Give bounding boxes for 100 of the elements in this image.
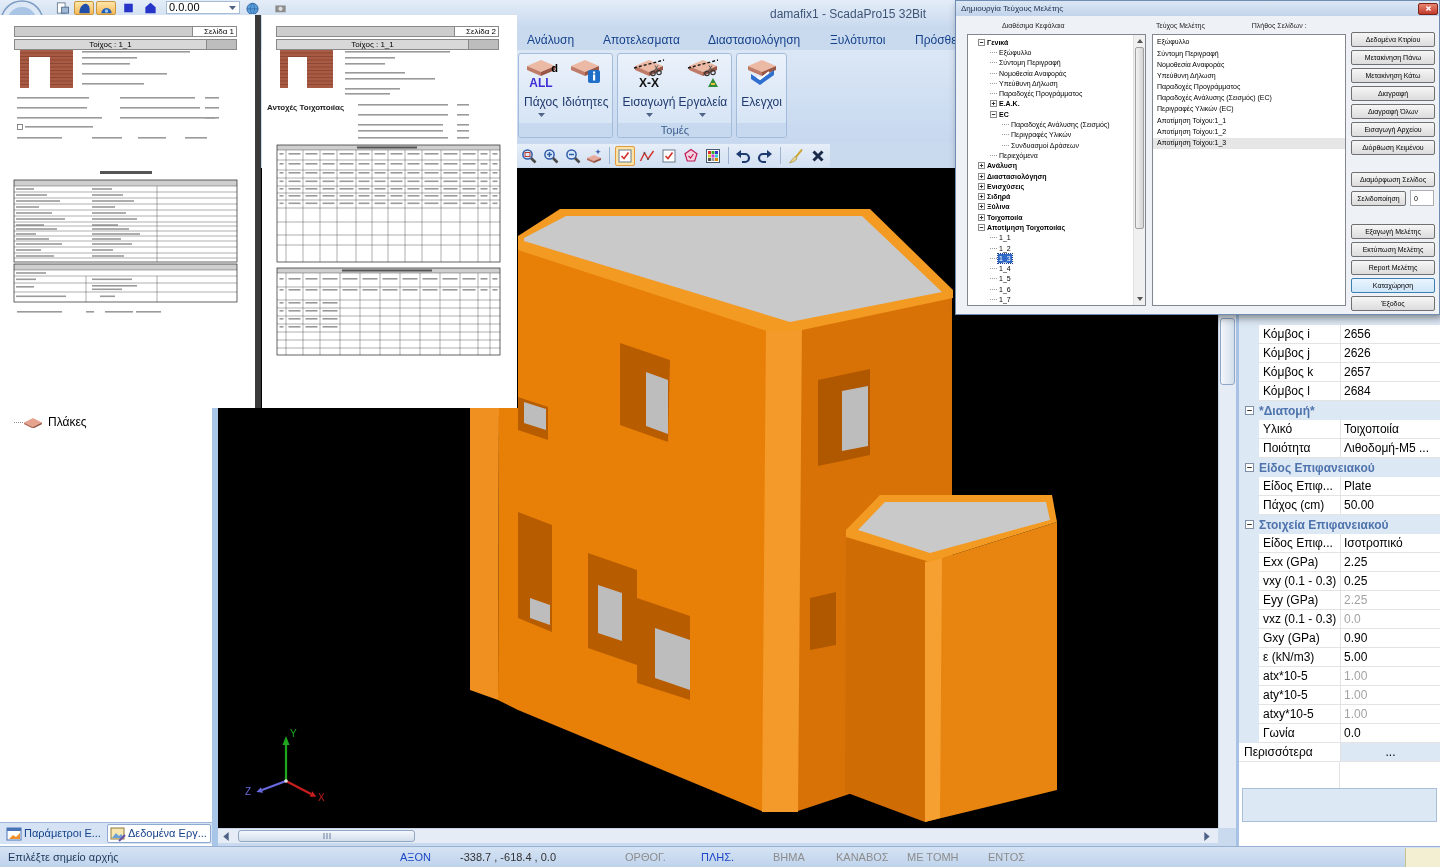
group-label-bar xyxy=(737,123,786,137)
window-title: damafix1 - ScadaPro15 32Bit xyxy=(770,6,927,23)
property-value[interactable]: 2656 xyxy=(1340,325,1440,344)
ribbon-button[interactable]: Ιδιότητες xyxy=(561,57,610,109)
collapse-icon[interactable] xyxy=(990,110,997,118)
expand-icon[interactable] xyxy=(978,172,985,180)
color-grid-icon xyxy=(704,147,721,164)
up-arrow-icon[interactable] xyxy=(1136,39,1143,43)
property-name: Κόμβος j xyxy=(1259,344,1340,363)
x-mark-icon xyxy=(810,147,826,164)
ribbon-button[interactable]: X-X Εισαγωγή xyxy=(621,57,677,117)
property-name: Κόμβος k xyxy=(1259,363,1340,382)
ellipsis-button[interactable]: ... xyxy=(1340,743,1440,762)
slab-cut-icon xyxy=(633,57,665,77)
collapse-icon[interactable] xyxy=(1244,520,1254,529)
property-value[interactable]: 50.00 xyxy=(1340,496,1440,515)
expand-icon[interactable] xyxy=(978,213,985,221)
window-icon xyxy=(6,825,22,842)
ribbon-tab[interactable]: Πρόσθε xyxy=(907,30,957,50)
globe-icon xyxy=(244,2,260,14)
property-value[interactable]: 0.25 xyxy=(1340,572,1440,591)
expand-icon[interactable] xyxy=(990,100,997,108)
property-value[interactable]: 2.25 xyxy=(1340,553,1440,572)
collapse-icon[interactable] xyxy=(1244,463,1254,472)
section-title: *Διατομή* xyxy=(1259,403,1315,418)
property-value[interactable]: Λιθοδομή-M5 ... xyxy=(1340,439,1440,458)
expand-icon[interactable] xyxy=(978,182,985,190)
blurred-heading-drawing xyxy=(100,171,152,174)
redo-icon xyxy=(757,147,774,164)
property-value[interactable]: 2684 xyxy=(1340,382,1440,401)
collapse-icon[interactable] xyxy=(1244,406,1254,415)
page-number: Σελίδα 1 xyxy=(192,27,236,36)
property-value[interactable]: Plate xyxy=(1340,477,1440,496)
tree-item[interactable]: Πλάκες xyxy=(47,414,88,430)
wall-title: Τοίχος : 1_1 xyxy=(89,40,132,49)
slab-icon xyxy=(525,57,557,77)
picture-icon xyxy=(109,825,126,842)
page-number: Σελίδα 2 xyxy=(454,27,498,36)
property-name: Είδος Επιφ... xyxy=(1259,534,1340,553)
property-value[interactable]: Ισοτροπικό xyxy=(1340,534,1440,553)
property-name: Κόμβος l xyxy=(1259,382,1340,401)
expand-icon[interactable] xyxy=(978,162,985,170)
status-toggle[interactable]: ΑΞΟΝ xyxy=(400,850,431,864)
ribbon-tab[interactable]: Ξυλότυποι xyxy=(822,30,886,50)
property-name: Eyy (GPa) xyxy=(1259,591,1340,610)
level-combobox[interactable]: 0.0.00 xyxy=(166,1,240,14)
close-button[interactable] xyxy=(1418,2,1438,15)
property-value[interactable]: 2626 xyxy=(1340,344,1440,363)
checkbox-icon xyxy=(617,147,634,164)
ribbon-button[interactable]: Ελεγχοι xyxy=(740,57,783,109)
ribbon-tab[interactable]: Διαστασιολόγηση xyxy=(700,30,801,50)
scrollbar-thumb[interactable] xyxy=(238,830,415,842)
left-arrow-icon[interactable] xyxy=(223,831,229,841)
panel-tab[interactable]: Παράμετροι Ε... xyxy=(3,824,105,843)
collapse-icon[interactable] xyxy=(978,224,985,231)
status-message: Επιλέξτε σημείο αρχής xyxy=(8,850,119,864)
group-label: Τομές xyxy=(660,124,689,136)
property-value[interactable]: 2657 xyxy=(1340,363,1440,382)
coordinates-readout: -338.7 , -618.4 , 0.0 xyxy=(460,850,556,864)
pentagon-icon xyxy=(682,147,699,164)
caret-icon xyxy=(229,5,236,10)
status-toggle[interactable]: ΠΛΗΣ. xyxy=(701,850,735,864)
axis-label: Z xyxy=(245,786,252,797)
property-name: ε (kN/m3) xyxy=(1259,648,1340,667)
ribbon-button[interactable]: d ALL Πάχος xyxy=(522,57,560,117)
panel-tab[interactable]: Δεδομένα Εργ... xyxy=(106,824,211,843)
slab-star-icon xyxy=(586,147,603,164)
scrollbar-thumb[interactable] xyxy=(1135,47,1144,229)
origin-dot-icon xyxy=(284,779,288,783)
undo-icon xyxy=(735,147,752,164)
section-title: Στοιχεία Επιφανειακού xyxy=(1259,517,1389,532)
icon-text: ALL xyxy=(529,77,553,89)
ribbon-tab[interactable]: Ανάλυση xyxy=(519,30,575,50)
scrollbar-thumb[interactable] xyxy=(1220,318,1235,385)
property-name: aty*10-5 xyxy=(1259,686,1340,705)
expand-icon[interactable] xyxy=(978,193,985,201)
ribbon-tab[interactable]: Αποτελεσματα xyxy=(595,30,680,50)
close-icon xyxy=(1424,5,1432,12)
property-name: Κόμβος i xyxy=(1259,325,1340,344)
ribbon-button[interactable]: Εργαλεία xyxy=(677,57,729,117)
property-name: Είδος Επιφ... xyxy=(1259,477,1340,496)
property-value[interactable]: 0.0 xyxy=(1340,724,1440,743)
right-arrow-icon[interactable] xyxy=(1204,831,1210,841)
slab-tools-icon xyxy=(686,57,719,89)
toolbar-button[interactable] xyxy=(74,1,94,15)
property-name: Ποιότητα xyxy=(1259,439,1340,458)
property-name: atxy*10-5 xyxy=(1259,705,1340,724)
down-arrow-icon[interactable] xyxy=(1136,297,1143,301)
section-label: Αντοχές Τοιχοποιίας xyxy=(267,103,345,112)
grip-icon xyxy=(322,833,331,839)
expand-icon[interactable] xyxy=(978,203,985,211)
zoom-window-icon xyxy=(520,147,537,164)
brick-wall-drawing xyxy=(19,50,74,88)
property-name: Πάχος (cm) xyxy=(1259,496,1340,515)
property-value[interactable]: 5.00 xyxy=(1340,648,1440,667)
axis-label: Y xyxy=(290,728,297,739)
property-value[interactable]: Τοιχοποιία xyxy=(1340,420,1440,439)
property-value[interactable]: 0.90 xyxy=(1340,629,1440,648)
collapse-icon[interactable] xyxy=(978,38,985,46)
section-title: Είδος Επιφανειακού xyxy=(1259,460,1375,475)
